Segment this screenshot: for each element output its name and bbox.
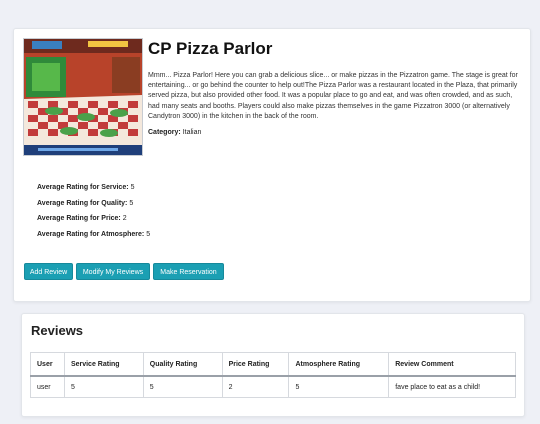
reviews-table: User Service Rating Quality Rating Price… [30,352,516,398]
restaurant-description: Mmm... Pizza Parlor! Here you can grab a… [148,72,518,120]
rating-atmosphere: Average Rating for Atmosphere: 5 [37,231,150,247]
category-label: Category: [148,129,181,136]
rating-quality: Average Rating for Quality: 5 [37,200,150,216]
review-atmosphere-rating: 5 [288,375,390,398]
restaurant-category: Category: Italian [148,129,201,136]
average-ratings: Average Rating for Service: 5 Average Rat… [37,184,150,246]
review-service-rating: 5 [63,375,144,398]
rating-value: 2 [122,215,127,222]
reviews-title: Reviews [31,323,84,338]
column-header: Atmosphere Rating [288,352,390,377]
rating-label: Average Rating for Price: [37,215,121,222]
rating-label: Average Rating for Atmosphere: [37,230,145,238]
rating-value: 5 [129,199,134,207]
column-header: Price Rating [221,352,290,377]
rating-value: 5 [146,230,151,238]
table-header-row: User Service Rating Quality Rating Price… [30,352,516,377]
column-header: Service Rating [63,352,144,377]
rating-label: Average Rating for Service: [37,184,129,191]
make-reservation-button[interactable]: Make Reservation [153,263,224,280]
rating-value: 5 [130,184,135,191]
rating-label: Average Rating for Quality: [37,199,128,207]
review-price-rating: 2 [221,375,290,398]
column-header: User [30,352,65,377]
restaurant-image [23,38,143,156]
add-review-button[interactable]: Add Review [24,263,73,280]
table-row: user 5 5 2 5 fave place to eat as a chil… [30,375,516,398]
column-header: Review Comment [388,352,516,377]
category-value: Italian [182,129,202,136]
rating-price: Average Rating for Price: 2 [37,215,150,231]
reviews-card: Reviews User Service Rating Quality Rati… [21,313,525,417]
restaurant-name: CP Pizza Parlor [148,39,273,58]
column-header: Quality Rating [142,352,223,377]
review-comment: fave place to eat as a child! [388,375,516,398]
review-quality-rating: 5 [142,375,223,398]
review-user: user [30,375,65,398]
rating-service: Average Rating for Service: 5 [37,184,150,200]
modify-reviews-button[interactable]: Modify My Reviews [76,263,150,280]
restaurant-card: CP Pizza Parlor Mmm... Pizza Parlor! Her… [13,28,531,302]
